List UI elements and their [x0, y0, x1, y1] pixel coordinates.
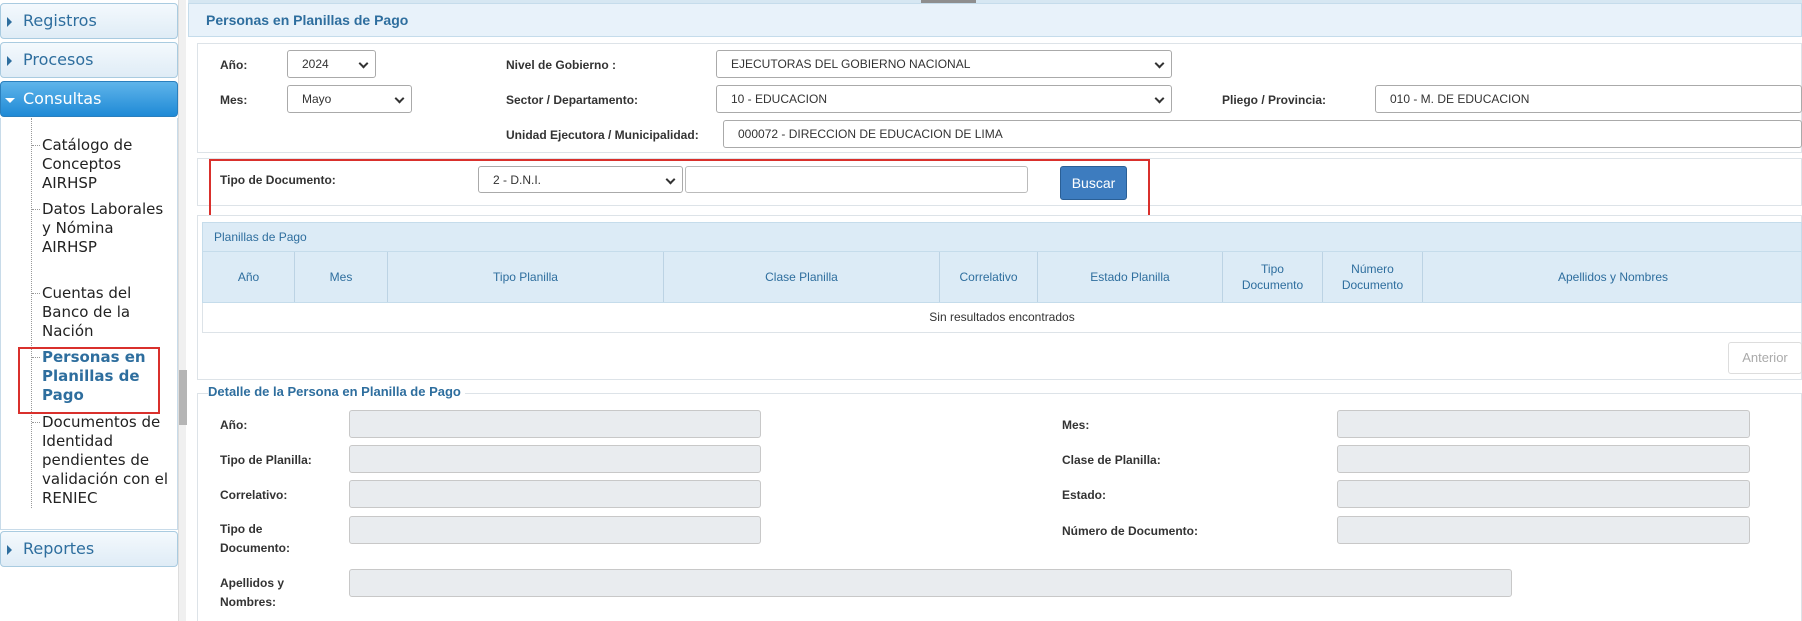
planillas-table-header: Año Mes Tipo Planilla Clase Planilla Cor…: [202, 252, 1802, 303]
consultas-panel: Catálogo de Conceptos AIRHSP Datos Labor…: [0, 118, 178, 530]
detail-correlativo-label: Correlativo:: [220, 488, 288, 502]
detail-legend: Detalle de la Persona en Planilla de Pag…: [208, 384, 465, 399]
nivel-gobierno-label: Nivel de Gobierno :: [506, 58, 617, 72]
menu-registros[interactable]: Registros: [0, 3, 178, 39]
sector-label: Sector / Departamento:: [506, 93, 639, 107]
menu-reportes[interactable]: Reportes: [0, 531, 178, 567]
nivel-gobierno-select[interactable]: EJECUTORAS DEL GOBIERNO NACIONAL: [716, 50, 1172, 78]
empty-results-row: Sin resultados encontrados: [202, 303, 1802, 333]
col-apellidos-nombres[interactable]: Apellidos y Nombres: [1423, 252, 1802, 302]
detail-estado-field: [1337, 480, 1750, 508]
detail-estado-label: Estado:: [1062, 488, 1107, 502]
consultas-list: Catálogo de Conceptos AIRHSP Datos Labor…: [31, 118, 171, 508]
sidebar: Registros Procesos Consultas Catálogo de…: [0, 0, 180, 621]
anterior-button[interactable]: Anterior: [1728, 342, 1802, 374]
col-tipo-documento[interactable]: Tipo Documento: [1223, 252, 1323, 302]
detail-tipo-documento-label-2: Documento:: [220, 541, 290, 555]
menu-consultas-label: Consultas: [23, 89, 102, 108]
sector-select[interactable]: 10 - EDUCACION: [716, 85, 1172, 113]
menu-procesos-label: Procesos: [23, 50, 94, 69]
tipo-documento-select[interactable]: 2 - D.N.I.: [478, 166, 683, 193]
unidad-ejecutora-select[interactable]: 000072 - DIRECCION DE EDUCACION DE LIMA: [723, 120, 1802, 148]
detail-tipo-planilla-label: Tipo de Planilla:: [220, 453, 312, 467]
triangle-right-icon: [7, 545, 12, 555]
detail-mes-field: [1337, 410, 1750, 438]
menu-item-documentos-reniec[interactable]: Documentos de Identidad pendientes de va…: [32, 413, 172, 508]
anio-label: Año:: [220, 58, 248, 72]
chevron-down-icon: [1154, 93, 1165, 104]
col-tipo-planilla[interactable]: Tipo Planilla: [388, 252, 664, 302]
buscar-button[interactable]: Buscar: [1060, 166, 1127, 200]
menu-consultas[interactable]: Consultas: [0, 81, 178, 117]
col-clase-planilla[interactable]: Clase Planilla: [664, 252, 940, 302]
detail-numero-documento-label: Número de Documento:: [1062, 524, 1199, 538]
detail-anio-field: [349, 410, 761, 438]
scrollbar-thumb[interactable]: [179, 370, 187, 425]
chevron-down-icon: [665, 174, 676, 185]
detail-correlativo-field: [349, 480, 761, 508]
col-correlativo[interactable]: Correlativo: [940, 252, 1038, 302]
col-numero-documento[interactable]: Número Documento: [1323, 252, 1423, 302]
mes-select[interactable]: Mayo: [287, 85, 412, 113]
documento-input[interactable]: [685, 166, 1028, 193]
detail-clase-planilla-label: Clase de Planilla:: [1062, 453, 1161, 467]
menu-registros-label: Registros: [23, 11, 97, 30]
chevron-down-icon: [1154, 58, 1165, 69]
col-estado-planilla[interactable]: Estado Planilla: [1038, 252, 1223, 302]
menu-procesos[interactable]: Procesos: [0, 42, 178, 78]
menu-item-cuentas-banco[interactable]: Cuentas del Banco de la Nación: [32, 284, 172, 341]
sidebar-scrollbar[interactable]: [178, 0, 187, 621]
anio-select[interactable]: 2024: [287, 50, 376, 78]
tipo-documento-label: Tipo de Documento:: [220, 173, 336, 187]
chevron-down-icon: [358, 58, 369, 69]
triangle-right-icon: [7, 56, 12, 66]
chevron-down-icon: [394, 93, 405, 104]
detail-numero-documento-field: [1337, 516, 1750, 544]
detail-anio-label: Año:: [220, 418, 248, 432]
menu-item-datos-laborales[interactable]: Datos Laborales y Nómina AIRHSP: [32, 200, 172, 257]
pliego-label: Pliego / Provincia:: [1222, 93, 1327, 107]
detail-apellidos-label-1: Apellidos y: [220, 576, 285, 590]
triangle-right-icon: [7, 17, 12, 27]
detail-mes-label: Mes:: [1062, 418, 1090, 432]
pliego-select[interactable]: 010 - M. DE EDUCACION: [1375, 85, 1802, 113]
detail-tipo-documento-label-1: Tipo de: [220, 522, 263, 536]
selected-item-highlight: [18, 347, 160, 414]
unidad-ejecutora-label: Unidad Ejecutora / Municipalidad:: [506, 128, 699, 142]
menu-item-catalogo-conceptos[interactable]: Catálogo de Conceptos AIRHSP: [32, 136, 172, 193]
main-content: Personas en Planillas de Pago Año: 2024 …: [188, 0, 1802, 621]
detail-apellidos-field: [349, 569, 1512, 597]
detail-clase-planilla-field: [1337, 445, 1750, 473]
menu-reportes-label: Reportes: [23, 539, 95, 558]
detail-tipo-planilla-field: [349, 445, 761, 473]
triangle-down-icon: [5, 98, 15, 103]
mes-label: Mes:: [220, 93, 248, 107]
planillas-table-title: Planillas de Pago: [202, 222, 1802, 252]
page-title: Personas en Planillas de Pago: [188, 3, 1802, 37]
col-mes[interactable]: Mes: [295, 252, 388, 302]
detail-tipo-documento-field: [349, 516, 761, 544]
col-anio[interactable]: Año: [203, 252, 295, 302]
detail-apellidos-label-2: Nombres:: [220, 595, 277, 609]
